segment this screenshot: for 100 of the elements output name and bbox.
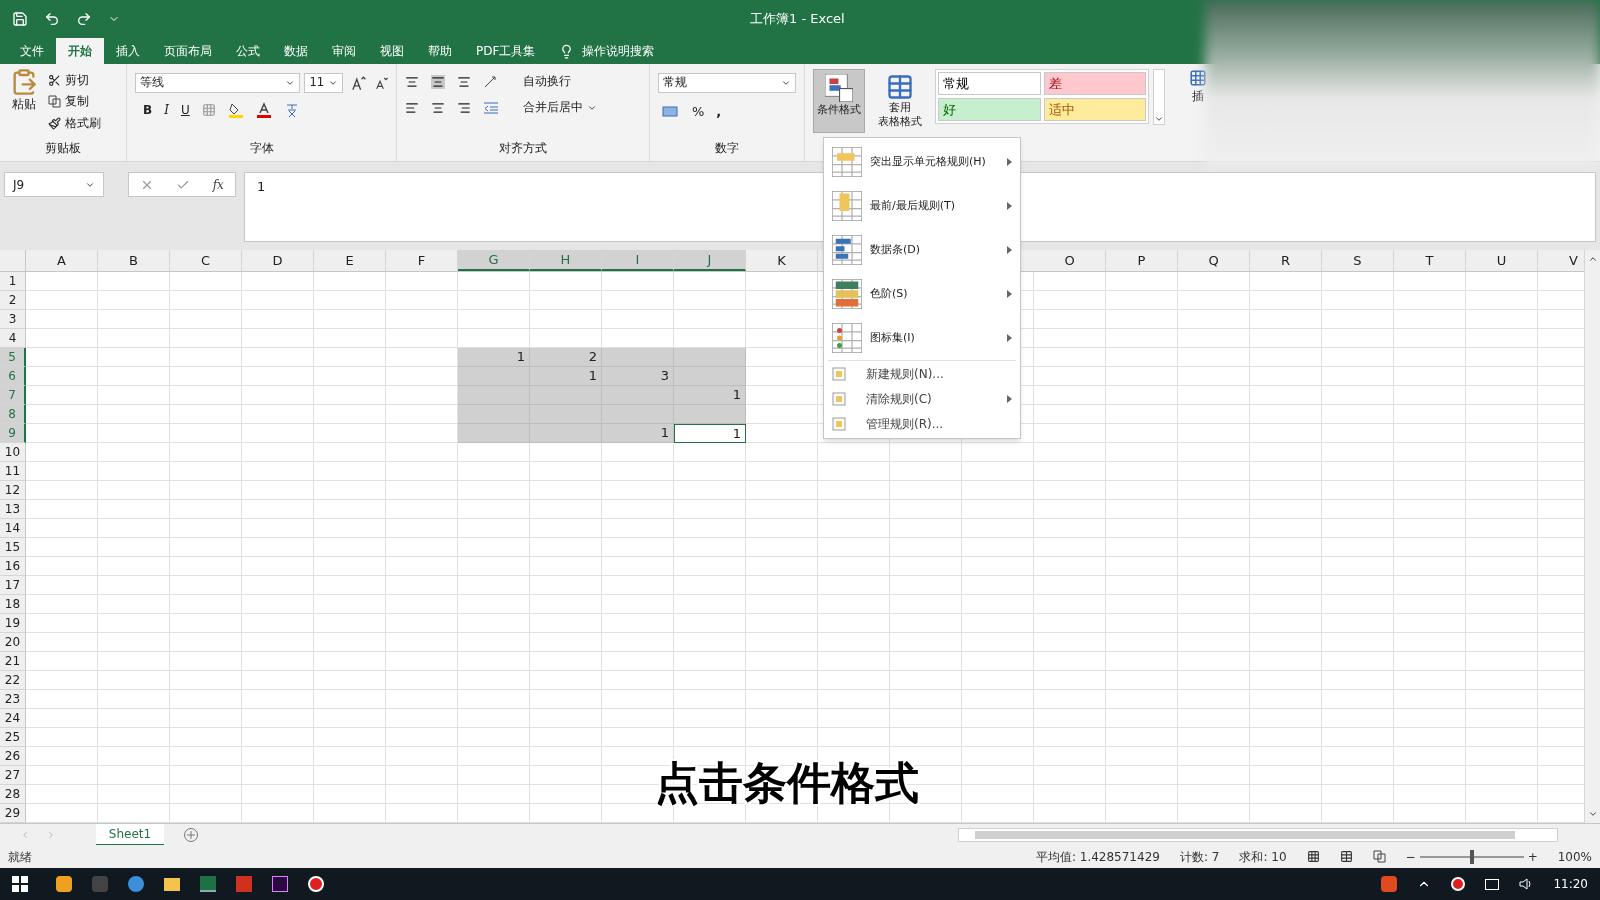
- orientation-icon[interactable]: [483, 74, 499, 89]
- bold-button[interactable]: B: [143, 101, 153, 119]
- scroll-up-icon[interactable]: [1587, 254, 1598, 264]
- column-header[interactable]: B: [98, 250, 170, 271]
- align-right-icon[interactable]: [457, 100, 471, 115]
- align-bottom-icon[interactable]: [457, 74, 471, 89]
- font-size-field[interactable]: 11: [304, 73, 344, 93]
- tray-app-icon[interactable]: [1381, 876, 1398, 892]
- row-header[interactable]: 22: [0, 671, 26, 690]
- cell-style[interactable]: 差: [1043, 72, 1146, 95]
- menu-item[interactable]: 最前/最后规则(T): [824, 184, 1020, 228]
- ribbon-tab[interactable]: 文件: [8, 38, 56, 64]
- column-header[interactable]: U: [1466, 250, 1538, 271]
- network-icon[interactable]: [1485, 878, 1500, 890]
- row-header[interactable]: 3: [0, 310, 26, 329]
- ribbon-tab[interactable]: 公式: [224, 38, 272, 64]
- copy-button[interactable]: 复制: [48, 93, 101, 111]
- ribbon-tab[interactable]: 开始: [56, 38, 104, 64]
- more-styles-icon[interactable]: [1154, 114, 1164, 124]
- column-header[interactable]: E: [314, 250, 386, 271]
- column-header[interactable]: G: [458, 250, 530, 271]
- row-header[interactable]: 8: [0, 405, 26, 424]
- ribbon-tab[interactable]: 数据: [272, 38, 320, 64]
- menu-item[interactable]: 新建规则(N)...: [824, 361, 1020, 386]
- name-box[interactable]: J9: [4, 172, 104, 197]
- column-header[interactable]: C: [170, 250, 242, 271]
- tell-me-search[interactable]: 操作说明搜索: [582, 42, 655, 60]
- zoom-thumb[interactable]: [1469, 849, 1474, 864]
- align-left-icon[interactable]: [405, 100, 419, 115]
- row-header[interactable]: 24: [0, 709, 26, 728]
- row-header[interactable]: 29: [0, 804, 26, 823]
- column-header[interactable]: T: [1394, 250, 1466, 271]
- row-header[interactable]: 27: [0, 766, 26, 785]
- number-format-field[interactable]: 常规: [658, 73, 796, 93]
- volume-icon[interactable]: [1519, 877, 1534, 891]
- format-painter-button[interactable]: 格式刷: [48, 114, 101, 132]
- conditional-formatting-button[interactable]: 条件格式: [813, 69, 865, 133]
- browser-icon[interactable]: [128, 876, 144, 892]
- scroll-down-icon[interactable]: [1587, 809, 1598, 819]
- tray-record-icon[interactable]: [1451, 877, 1466, 891]
- column-header[interactable]: R: [1250, 250, 1322, 271]
- menu-item[interactable]: 图标集(I): [824, 316, 1020, 360]
- insert-function-button[interactable]: fx: [212, 175, 224, 194]
- menu-item[interactable]: 管理规则(R)...: [824, 411, 1020, 436]
- windows-start-icon[interactable]: [12, 876, 28, 892]
- comma-button[interactable]: ,: [716, 102, 722, 122]
- column-header[interactable]: K: [746, 250, 818, 271]
- font-name-field[interactable]: 等线: [135, 73, 301, 93]
- column-header[interactable]: O: [1034, 250, 1106, 271]
- row-header[interactable]: 23: [0, 690, 26, 709]
- row-header[interactable]: 20: [0, 633, 26, 652]
- row-header[interactable]: 15: [0, 538, 26, 557]
- ribbon-tab[interactable]: 帮助: [416, 38, 464, 64]
- italic-button[interactable]: I: [164, 101, 169, 119]
- column-header[interactable]: A: [26, 250, 98, 271]
- merge-center-button[interactable]: 合并后居中: [523, 99, 597, 117]
- zoom-out-button[interactable]: −: [1405, 847, 1416, 866]
- grow-font-icon[interactable]: [351, 75, 367, 91]
- row-header[interactable]: 5: [0, 348, 26, 367]
- row-header[interactable]: 10: [0, 443, 26, 462]
- underline-button[interactable]: U: [180, 101, 190, 119]
- redo-icon[interactable]: [76, 11, 92, 27]
- page-break-icon[interactable]: [1372, 850, 1386, 863]
- ribbon-tab[interactable]: 插入: [104, 38, 152, 64]
- align-middle-icon[interactable]: [431, 74, 445, 89]
- cell-style[interactable]: 常规: [938, 72, 1041, 95]
- column-header[interactable]: H: [530, 250, 602, 271]
- wrap-text-button[interactable]: 自动换行: [523, 73, 571, 91]
- insert-button[interactable]: 插: [1189, 69, 1207, 105]
- row-header[interactable]: 14: [0, 519, 26, 538]
- sheet-tab[interactable]: Sheet1: [96, 823, 164, 846]
- cell-style[interactable]: 好: [938, 98, 1041, 121]
- row-header[interactable]: 4: [0, 329, 26, 348]
- shrink-font-icon[interactable]: [374, 76, 388, 90]
- percent-button[interactable]: %: [692, 102, 705, 122]
- currency-icon[interactable]: [662, 104, 680, 119]
- page-layout-icon[interactable]: [1339, 850, 1353, 863]
- row-header[interactable]: 16: [0, 557, 26, 576]
- row-header[interactable]: 17: [0, 576, 26, 595]
- row-header[interactable]: 7: [0, 386, 26, 405]
- ribbon-tab[interactable]: 视图: [368, 38, 416, 64]
- undo-icon[interactable]: [44, 11, 60, 27]
- row-header[interactable]: 26: [0, 747, 26, 766]
- horizontal-scrollbar[interactable]: [958, 827, 1558, 842]
- zoom-in-button[interactable]: +: [1527, 847, 1538, 866]
- row-header[interactable]: 6: [0, 367, 26, 386]
- column-header[interactable]: S: [1322, 250, 1394, 271]
- column-header[interactable]: Q: [1178, 250, 1250, 271]
- align-center-icon[interactable]: [431, 100, 445, 115]
- active-cell[interactable]: 1: [674, 424, 746, 443]
- paste-button[interactable]: 粘贴: [4, 68, 44, 140]
- app-icon[interactable]: [56, 876, 72, 892]
- menu-item[interactable]: 清除规则(C): [824, 386, 1020, 411]
- cut-button[interactable]: 剪切: [48, 72, 101, 90]
- row-header[interactable]: 28: [0, 785, 26, 804]
- folder-icon[interactable]: [164, 877, 180, 891]
- row-header[interactable]: 1: [0, 272, 26, 291]
- ribbon-tab[interactable]: PDF工具集: [464, 38, 548, 64]
- ribbon-tab[interactable]: 审阅: [320, 38, 368, 64]
- row-header[interactable]: 25: [0, 728, 26, 747]
